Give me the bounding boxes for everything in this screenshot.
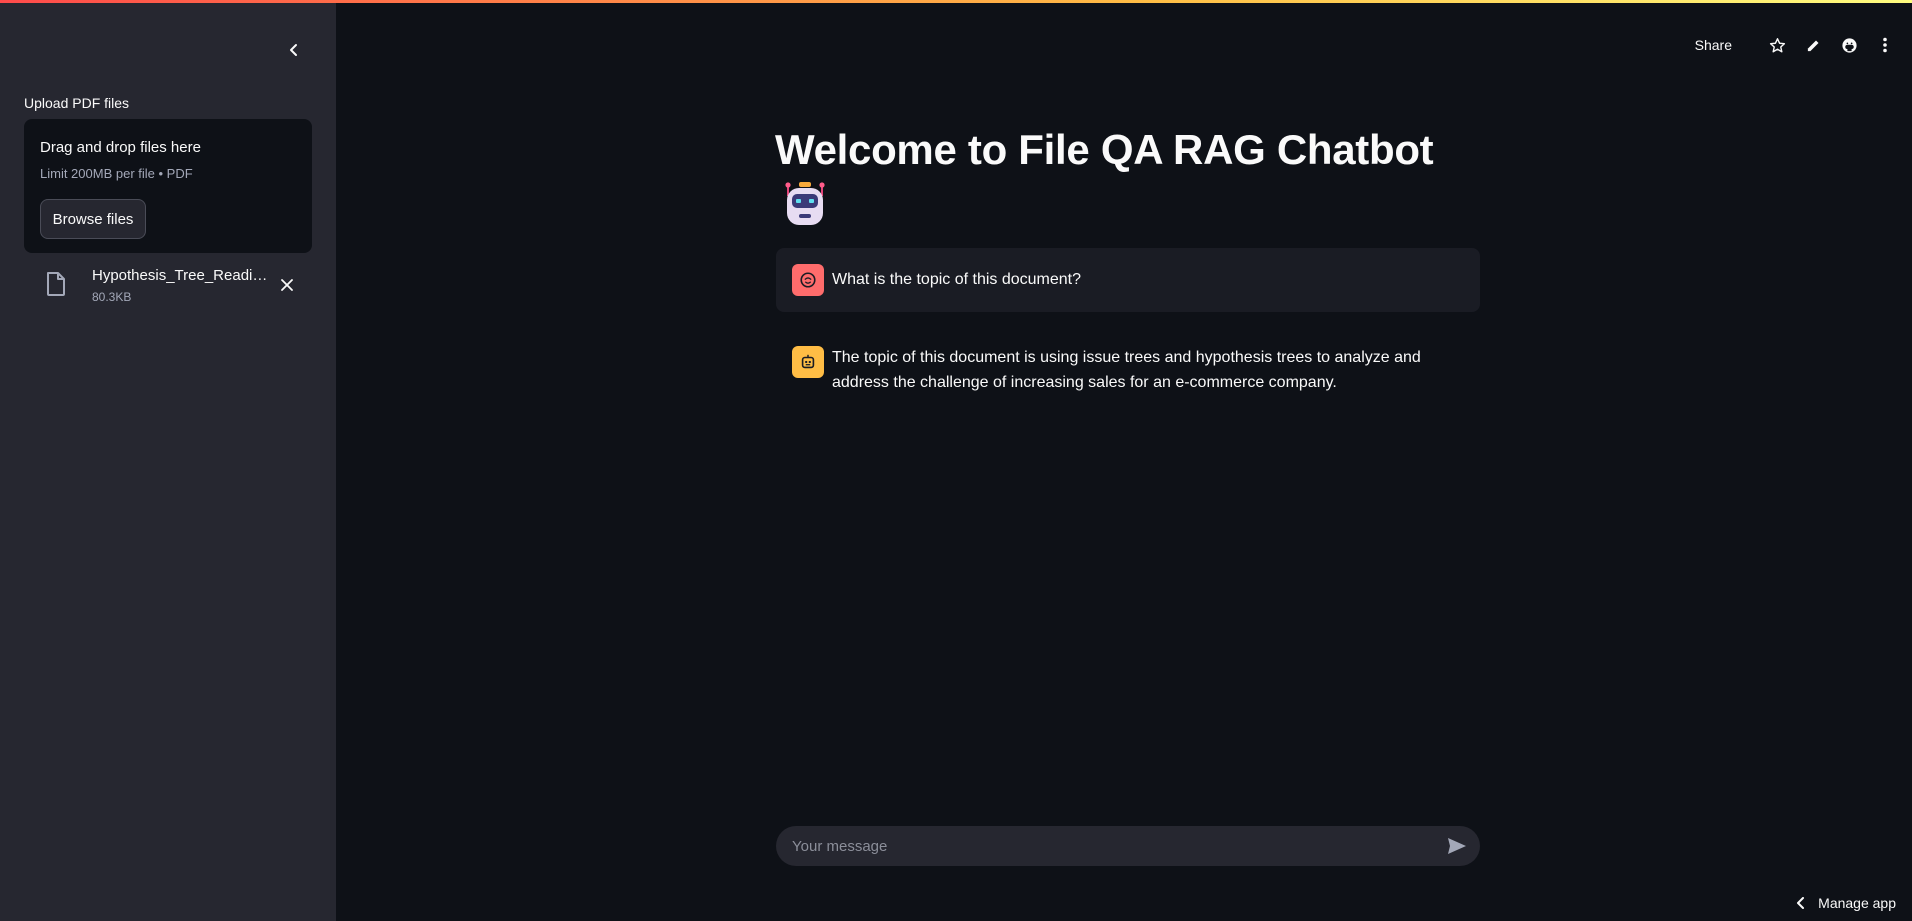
collapse-sidebar-button[interactable] [282, 38, 306, 62]
message-text: The topic of this document is using issu… [832, 349, 1421, 391]
user-avatar [792, 264, 824, 296]
smiley-icon [800, 272, 816, 288]
uploaded-file-item: Hypothesis_Tree_Readin... 80.3KB [24, 265, 312, 309]
file-dropzone[interactable]: Drag and drop files here Limit 200MB per… [24, 119, 312, 253]
dropzone-title: Drag and drop files here [40, 139, 201, 156]
robot-face-icon [801, 354, 815, 369]
message-text: What is the topic of this document? [832, 271, 1082, 288]
share-button[interactable]: Share [1695, 37, 1732, 53]
more-vertical-icon [1883, 37, 1887, 53]
file-name: Hypothesis_Tree_Readin... [92, 267, 270, 284]
star-button[interactable] [1768, 36, 1786, 54]
chat-message-assistant: The topic of this document is using issu… [776, 330, 1480, 400]
sidebar: Upload PDF files Drag and drop files her… [0, 0, 336, 921]
edit-icon [1807, 40, 1818, 51]
chevron-left-icon [290, 44, 297, 56]
file-icon [47, 272, 65, 296]
chevron-left-icon [1796, 897, 1806, 909]
decoration-bar [0, 0, 1912, 3]
file-size: 80.3KB [92, 290, 132, 304]
edit-button[interactable] [1804, 36, 1822, 54]
page-title: Welcome to File QA RAG Chatbot [775, 126, 1434, 173]
more-menu-button[interactable] [1876, 36, 1894, 54]
robot-emoji-icon [785, 182, 825, 225]
browse-files-button[interactable]: Browse files [40, 199, 146, 239]
manage-app-label: Manage app [1818, 895, 1896, 911]
send-icon [1448, 838, 1466, 854]
send-button[interactable] [1446, 836, 1468, 856]
upload-label: Upload PDF files [24, 95, 130, 111]
close-icon [281, 279, 293, 291]
chat-message-user: What is the topic of this document? [776, 248, 1480, 312]
header-toolbar: Share [1695, 36, 1894, 54]
star-icon [1769, 37, 1785, 52]
dropzone-subtitle: Limit 200MB per file • PDF [40, 166, 193, 181]
chat-message-input[interactable] [792, 826, 1432, 866]
chat-input-container [776, 826, 1480, 866]
assistant-avatar [792, 346, 824, 378]
manage-app-button[interactable]: Manage app [1796, 895, 1896, 911]
remove-file-button[interactable] [277, 275, 297, 295]
github-icon [1841, 37, 1857, 53]
github-button[interactable] [1840, 36, 1858, 54]
